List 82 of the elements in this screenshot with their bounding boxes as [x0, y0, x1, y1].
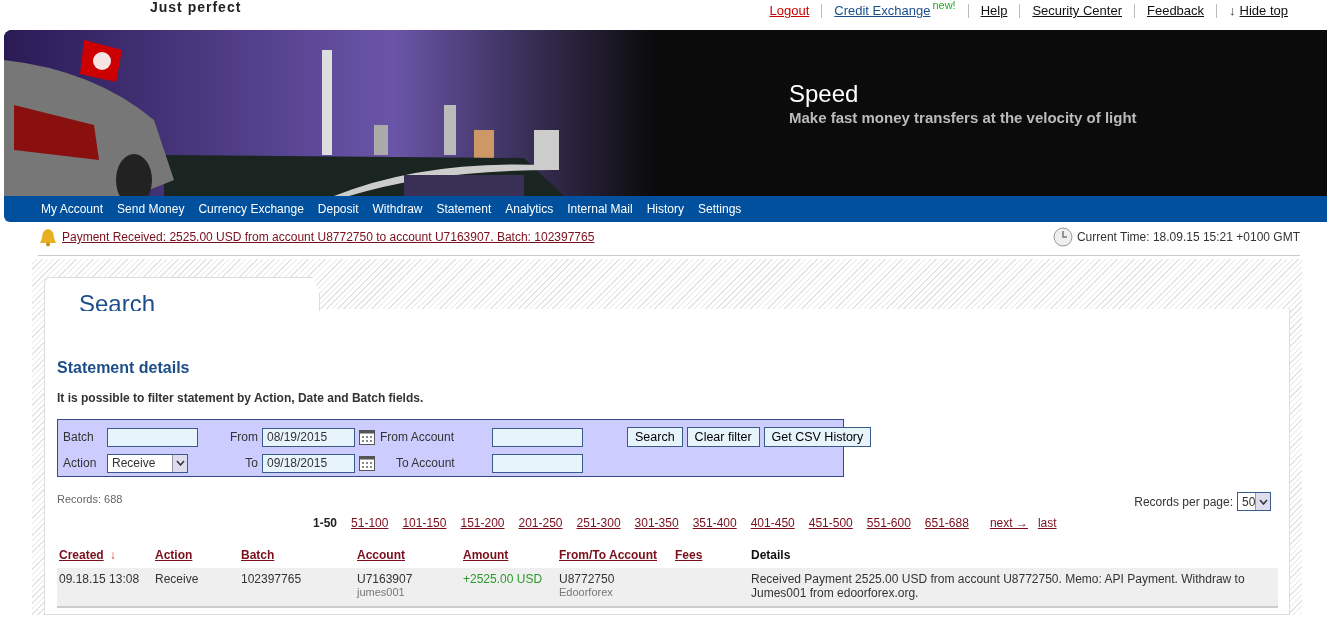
top-link[interactable]: Security Center — [1032, 2, 1122, 20]
top-link[interactable]: Feedback — [1147, 2, 1205, 20]
nav-item[interactable]: Withdraw — [365, 202, 430, 216]
field-label: To Account — [395, 456, 456, 470]
page-link[interactable]: 401-450 — [750, 516, 795, 530]
nav-item[interactable]: Settings — [690, 202, 749, 216]
page-link[interactable]: 651-688 — [924, 516, 969, 530]
to-account-field[interactable] — [492, 453, 583, 473]
table-cell-text: 09.18.15 13:08 — [59, 572, 141, 586]
table-cell-text: U8772750 — [559, 572, 616, 586]
page-link[interactable]: 351-400 — [692, 516, 737, 530]
section-title: Statement details — [57, 359, 191, 377]
table-cell-text: +2525.00 USD — [463, 572, 544, 586]
page-link[interactable]: 551-600 — [866, 516, 911, 530]
top-link[interactable]: Hide top — [1239, 2, 1288, 20]
sort-arrow-icon: ↓ — [109, 548, 116, 562]
brand-tagline: Just perfect — [150, 0, 242, 15]
banner-subtitle: Make fast money transfers at the velocity of light — [789, 108, 1137, 128]
per-page-dropdown[interactable]: 50 — [1237, 492, 1271, 511]
date-field[interactable]: 08/19/2015 — [262, 427, 355, 447]
date-field[interactable]: 09/18/2015 — [262, 453, 355, 473]
notification-link[interactable]: Payment Received: 2525.00 USD from account U8772750 to account U7163907. Batch: 102397765 — [62, 230, 595, 244]
table-row[interactable]: 09.18.15 13:08 Receive 102397765 U7163907 jumes001 +2525.00 USD U8772750 Edoorforex Received Payment 2525.00 USD from account U8772750. Memo: API Payment. Withdraw to Jumes001 from edoorforex.org. — [57, 568, 1278, 608]
nav-item[interactable]: Analytics — [498, 202, 561, 216]
field-label: To — [244, 456, 259, 470]
page-link[interactable]: 101-150 — [402, 516, 447, 530]
top-link[interactable]: Credit Exchange — [834, 2, 931, 20]
nav-item[interactable]: Currency Exchange — [191, 202, 311, 216]
column-header: Details — [751, 548, 791, 562]
nav-item[interactable]: Send Money — [110, 202, 192, 216]
arrow-down-icon: ↓ — [1229, 2, 1236, 20]
next-link[interactable]: next → — [989, 516, 1028, 530]
batch-field[interactable] — [107, 427, 198, 447]
clock-icon — [1052, 227, 1073, 247]
page-link[interactable]: 51-100 — [351, 516, 389, 530]
top-link[interactable]: Help — [980, 2, 1008, 20]
column-header[interactable]: Action — [155, 548, 193, 562]
filter-button[interactable]: Search — [627, 427, 683, 447]
nav-item[interactable]: Deposit — [310, 202, 366, 216]
filter-button[interactable]: Get CSV History — [763, 427, 872, 447]
column-header[interactable]: Amount — [463, 548, 509, 562]
calendar-icon[interactable] — [359, 429, 375, 445]
top-link[interactable]: Logout — [769, 2, 810, 20]
field-label: From — [229, 430, 259, 444]
current-page[interactable]: 1-50 — [313, 516, 338, 530]
caret-icon — [175, 460, 185, 466]
table-cell-text: 102397765 — [241, 572, 303, 586]
column-header[interactable]: From/To Account — [559, 548, 657, 562]
new-label: new! — [932, 0, 956, 11]
account-name: Edoorforex — [559, 586, 614, 598]
filter-button[interactable]: Clear filter — [686, 427, 760, 447]
filter-hint: It is possible to filter statement by Action, Date and Batch fields. — [57, 391, 425, 405]
field-label: Batch — [63, 430, 95, 444]
nav-item[interactable]: Internal Mail — [560, 202, 640, 216]
records-count: Records: 688 — [57, 493, 123, 505]
caret-icon — [1258, 498, 1268, 505]
per-page-label: Records per page: — [1134, 494, 1233, 509]
last-link[interactable]: last — [1037, 516, 1057, 530]
field-label: From Account — [380, 430, 456, 444]
banner-title: Speed — [789, 80, 860, 108]
bell-icon — [38, 227, 58, 247]
column-header[interactable]: Fees — [675, 548, 703, 562]
current-time: Current Time: 18.09.15 15:21 +0100 GMT — [1076, 230, 1300, 244]
nav-item[interactable]: History — [639, 202, 691, 216]
action-dropdown[interactable]: Receive — [107, 453, 188, 473]
nav-item[interactable]: My Account — [34, 202, 111, 216]
page-link[interactable]: 301-350 — [634, 516, 679, 530]
table-cell-text: Received Payment 2525.00 USD from account U8772750. Memo: API Payment. Withdraw to Jumes001 from edoorforex.org. — [751, 572, 1246, 600]
field-label: Action — [63, 456, 98, 470]
nav-item[interactable]: Statement — [429, 202, 499, 216]
column-header[interactable]: Account — [357, 548, 405, 562]
page-link[interactable]: 451-500 — [808, 516, 853, 530]
table-cell-text: Receive — [155, 572, 200, 586]
column-header[interactable]: Created — [59, 548, 104, 562]
page-link[interactable]: 201-250 — [518, 516, 563, 530]
page-link[interactable]: 251-300 — [576, 516, 621, 530]
column-header[interactable]: Batch — [241, 548, 275, 562]
from-account-field[interactable] — [492, 427, 583, 447]
calendar-icon[interactable] — [359, 455, 375, 471]
page-link[interactable]: 151-200 — [460, 516, 505, 530]
table-cell-text: U7163907 — [357, 572, 414, 586]
account-name: jumes001 — [357, 586, 406, 598]
